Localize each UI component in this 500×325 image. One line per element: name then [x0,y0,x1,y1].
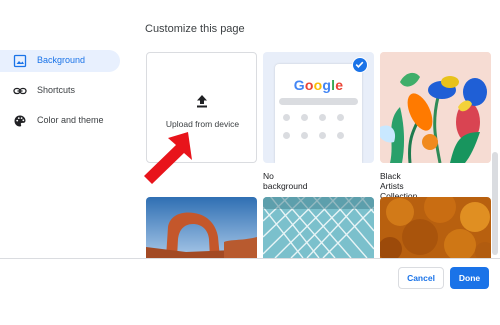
no-background-tile[interactable]: Google [263,52,374,163]
sidebar-item-label: Color and theme [37,115,104,125]
autumn-leaves-thumbnail [380,197,491,258]
selected-check-icon [352,57,368,73]
google-logo: Google [293,77,344,93]
vertical-scrollbar[interactable] [491,52,499,258]
sidebar-item-color-and-theme[interactable]: Color and theme [0,110,125,132]
shortcut-placeholder [319,114,326,121]
shortcut-placeholder [337,114,344,121]
sidebar-item-background[interactable]: Background [0,50,120,72]
search-bar-placeholder [279,98,358,105]
shortcut-placeholder [283,132,290,139]
sidebar-item-label: Background [37,55,86,65]
no-background-caption: No background [263,171,308,191]
glass-architecture-tile[interactable] [263,197,374,258]
scrollbar-thumb[interactable] [492,152,498,255]
floral-artwork-thumbnail [380,52,491,163]
annotation-arrow-icon [144,132,192,184]
shortcut-placeholder [319,132,326,139]
upload-icon [194,93,210,109]
shortcut-placeholder [283,114,290,121]
customize-dialog: Customize this page Background Shortcuts [0,0,500,325]
arch-landscape-thumbnail [146,197,257,258]
sidebar: Background Shortcuts Color and theme [0,50,125,140]
new-tab-preview: Google [275,64,362,163]
background-icon [13,54,27,68]
link-icon [13,84,27,98]
footer-divider [0,258,500,259]
done-button[interactable]: Done [450,267,489,289]
shortcut-placeholder [337,132,344,139]
dialog-title: Customize this page [145,23,245,35]
autumn-leaves-tile[interactable] [380,197,491,258]
shortcut-placeholder [301,114,308,121]
palette-icon [13,114,27,128]
sidebar-item-shortcuts[interactable]: Shortcuts [0,80,125,102]
sidebar-item-label: Shortcuts [37,85,76,95]
cancel-button[interactable]: Cancel [398,267,444,289]
shortcut-placeholder [301,132,308,139]
black-artists-collection-tile[interactable] [380,52,491,163]
glass-architecture-thumbnail [263,197,374,258]
arch-landscape-tile[interactable] [146,197,257,258]
